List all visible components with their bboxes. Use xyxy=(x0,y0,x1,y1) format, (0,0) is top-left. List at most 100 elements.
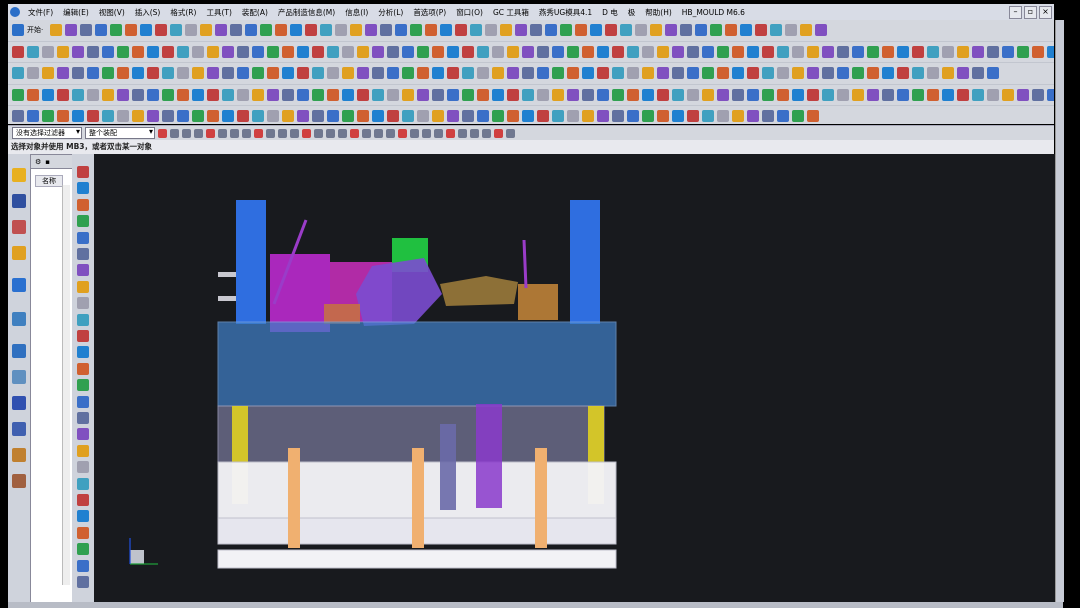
toolbar-command-icon[interactable] xyxy=(522,67,534,80)
toolbar-command-icon[interactable] xyxy=(192,88,204,101)
toolbar-command-icon[interactable] xyxy=(575,24,588,37)
close-icon[interactable]: × xyxy=(1039,6,1052,19)
toolbar-command-icon[interactable] xyxy=(222,45,234,58)
toolbar-command-icon[interactable] xyxy=(492,67,504,80)
toolbar-command-icon[interactable] xyxy=(402,110,414,123)
toolbar-command-icon[interactable] xyxy=(297,67,309,80)
toolbar-command-icon[interactable] xyxy=(492,110,504,123)
feature-command-icon[interactable] xyxy=(77,461,89,474)
toolbar-command-icon[interactable] xyxy=(755,24,768,37)
menu-information[interactable]: 信息(I) xyxy=(340,7,373,18)
toolbar-command-icon[interactable] xyxy=(237,45,249,58)
toolbar-command-icon[interactable] xyxy=(687,88,699,101)
menu-electrode[interactable]: D 电 xyxy=(597,7,623,18)
toolbar-command-icon[interactable] xyxy=(807,88,819,101)
toolbar-command-icon[interactable] xyxy=(267,67,279,80)
toolbar-command-icon[interactable] xyxy=(147,110,159,123)
toolbar-command-icon[interactable] xyxy=(852,88,864,101)
toolbar-command-icon[interactable] xyxy=(192,45,204,58)
manufacturing-wizard-icon[interactable] xyxy=(12,422,26,436)
toolbar-command-icon[interactable] xyxy=(807,110,819,123)
toolbar-command-icon[interactable] xyxy=(462,88,474,101)
feature-command-icon[interactable] xyxy=(77,297,89,310)
toolbar-command-icon[interactable] xyxy=(537,110,549,123)
toolbar-command-icon[interactable] xyxy=(642,110,654,123)
toolbar-command-icon[interactable] xyxy=(582,45,594,58)
toolbar-command-icon[interactable] xyxy=(267,110,279,123)
toolbar-command-icon[interactable] xyxy=(635,24,648,37)
toolbar-command-icon[interactable] xyxy=(702,67,714,80)
toolbar-command-icon[interactable] xyxy=(972,88,984,101)
toolbar-command-icon[interactable] xyxy=(372,110,384,123)
toolbar-command-icon[interactable] xyxy=(792,45,804,58)
toolbar-command-icon[interactable] xyxy=(852,67,864,80)
toolbar-command-icon[interactable] xyxy=(485,24,498,37)
toolbar-command-icon[interactable] xyxy=(672,88,684,101)
toolbar-command-icon[interactable] xyxy=(222,67,234,80)
toolbar-command-icon[interactable] xyxy=(882,67,894,80)
toolbar-command-icon[interactable] xyxy=(657,88,669,101)
toolbar-command-icon[interactable] xyxy=(912,67,924,80)
menu-insert[interactable]: 插入(S) xyxy=(130,7,166,18)
toolbar-command-icon[interactable] xyxy=(335,24,348,37)
toolbar-command-icon[interactable] xyxy=(132,110,144,123)
toolbar-command-icon[interactable] xyxy=(132,45,144,58)
feature-command-icon[interactable] xyxy=(77,362,89,375)
snap-point-icon[interactable] xyxy=(494,128,503,138)
constraint-navigator-icon[interactable] xyxy=(12,194,26,208)
toolbar-command-icon[interactable] xyxy=(305,24,318,37)
toolbar-command-icon[interactable] xyxy=(237,67,249,80)
toolbar-command-icon[interactable] xyxy=(462,110,474,123)
snap-point-icon[interactable] xyxy=(446,128,455,138)
menu-tools[interactable]: 工具(T) xyxy=(201,7,236,18)
toolbar-command-icon[interactable] xyxy=(387,45,399,58)
toolbar-command-icon[interactable] xyxy=(207,110,219,123)
snap-point-icon[interactable] xyxy=(218,128,227,138)
toolbar-command-icon[interactable] xyxy=(402,88,414,101)
toolbar-command-icon[interactable] xyxy=(627,67,639,80)
menu-preferences[interactable]: 首选项(P) xyxy=(408,7,451,18)
toolbar-command-icon[interactable] xyxy=(927,88,939,101)
toolbar-command-icon[interactable] xyxy=(582,67,594,80)
toolbar-command-icon[interactable] xyxy=(687,45,699,58)
toolbar-command-icon[interactable] xyxy=(27,67,39,80)
menu-gc-toolkit[interactable]: GC 工具箱 xyxy=(488,7,534,18)
toolbar-command-icon[interactable] xyxy=(762,88,774,101)
toolbar-command-icon[interactable] xyxy=(732,88,744,101)
toolbar-command-icon[interactable] xyxy=(342,45,354,58)
toolbar-command-icon[interactable] xyxy=(417,67,429,80)
toolbar-command-icon[interactable] xyxy=(192,110,204,123)
feature-command-icon[interactable] xyxy=(77,182,89,195)
snap-point-icon[interactable] xyxy=(290,128,299,138)
toolbar-command-icon[interactable] xyxy=(552,45,564,58)
toolbar-command-icon[interactable] xyxy=(687,110,699,123)
toolbar-command-icon[interactable] xyxy=(680,24,693,37)
toolbar-command-icon[interactable] xyxy=(12,67,24,80)
toolbar-command-icon[interactable] xyxy=(417,88,429,101)
toolbar-command-icon[interactable] xyxy=(702,45,714,58)
toolbar-command-icon[interactable] xyxy=(560,24,573,37)
toolbar-command-icon[interactable] xyxy=(282,88,294,101)
toolbar-command-icon[interactable] xyxy=(12,88,24,101)
toolbar-command-icon[interactable] xyxy=(717,67,729,80)
toolbar-command-icon[interactable] xyxy=(12,45,24,58)
menu-help[interactable]: 帮助(H) xyxy=(640,7,677,18)
nx-logo-icon[interactable] xyxy=(10,7,20,17)
toolbar-command-icon[interactable] xyxy=(237,88,249,101)
toolbar-command-icon[interactable] xyxy=(597,67,609,80)
toolbar-command-icon[interactable] xyxy=(522,110,534,123)
toolbar-command-icon[interactable] xyxy=(987,88,999,101)
menu-assembly[interactable]: 装配(A) xyxy=(237,7,273,18)
toolbar-command-icon[interactable] xyxy=(522,45,534,58)
toolbar-command-icon[interactable] xyxy=(747,45,759,58)
toolbar-command-icon[interactable] xyxy=(117,88,129,101)
menu-hb-mould[interactable]: HB_MOULD M6.6 xyxy=(677,8,750,17)
toolbar-command-icon[interactable] xyxy=(807,45,819,58)
snap-point-icon[interactable] xyxy=(386,128,395,138)
snap-point-icon[interactable] xyxy=(230,128,239,138)
toolbar-command-icon[interactable] xyxy=(807,67,819,80)
minimize-icon[interactable]: – xyxy=(1009,6,1022,19)
menu-yanxiu-mold[interactable]: 燕秀UG模具4.1 xyxy=(534,7,597,18)
toolbar-command-icon[interactable] xyxy=(327,45,339,58)
toolbar-command-icon[interactable] xyxy=(252,88,264,101)
